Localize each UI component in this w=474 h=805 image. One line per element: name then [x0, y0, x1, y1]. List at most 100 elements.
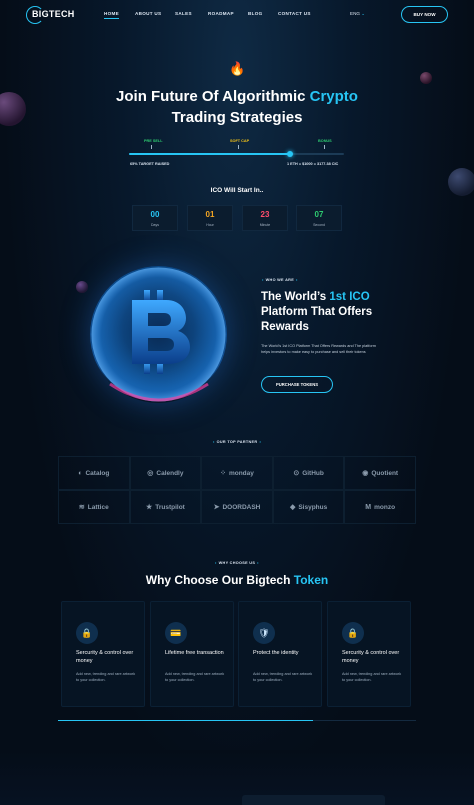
stage-tick — [151, 145, 152, 149]
partner-name: DOORDASH — [222, 503, 261, 511]
raised-text: 65% TARGET RAISED — [130, 162, 170, 166]
partner-icon: ⁘ — [220, 470, 226, 477]
partner-logo-monday[interactable]: ⁘ monday — [201, 456, 273, 490]
why-title: Why Choose Our Bigtech Token — [0, 573, 474, 587]
countdown-label: Second — [313, 223, 325, 227]
feature-card-text: Add new, trending and rare artwork to yo… — [253, 672, 313, 682]
partner-icon: ◉ — [362, 470, 369, 477]
partner-logo-monzo[interactable]: Mmonzo — [344, 490, 416, 524]
chevron-down-icon: ⌄ — [361, 11, 366, 16]
progress-bar — [129, 151, 344, 157]
countdown-value: 00 — [150, 210, 160, 219]
feature-card-title: Lifetime free transaction — [165, 650, 224, 656]
feature-card-text: Add new, trending and rare artwork to yo… — [76, 672, 136, 682]
language-select[interactable]: ENG ⌄ — [350, 11, 365, 17]
partner-logo-lattice[interactable]: ≋ Lattice — [58, 490, 130, 524]
countdown-hours: 01 Hour — [187, 205, 233, 231]
language-label: ENG — [350, 11, 360, 16]
partner-name: monday — [228, 469, 254, 477]
partner-icon: ➤ — [213, 504, 220, 511]
partner-logo-sisyphus[interactable]: ◆ Sisyphus — [272, 490, 345, 524]
footer-panel — [242, 795, 385, 805]
feature-card[interactable]: 🛡 Protect the identity Add new, trending a… — [238, 601, 322, 707]
planet-decoration — [420, 72, 432, 84]
nav-home[interactable]: HOME — [104, 11, 119, 19]
hero-title-text: Join Future Of Algorithmic — [116, 88, 310, 105]
lock-icon: 🔒 — [342, 622, 364, 644]
stage-tick — [238, 145, 239, 149]
about-title-text: The World’s — [261, 291, 330, 303]
partner-name: Trustpilot — [155, 503, 185, 511]
countdown-minutes: 23 Minute — [242, 205, 288, 231]
page: BIGTECH HOME ABOUT US SALES ROADMAP BLOG… — [0, 0, 474, 805]
countdown-seconds: 07 Second — [296, 205, 342, 231]
feature-card[interactable]: 🔒 Sercurity & control over money Add new, … — [327, 601, 411, 707]
feature-card-title: Sercurity & control over money — [76, 650, 134, 664]
planet-decoration — [76, 281, 88, 293]
stage-soft-cap: SOFT CAP — [230, 139, 250, 143]
partner-name: Calendly — [156, 469, 184, 477]
hero-title: Join Future Of Algorithmic Crypto Tradin… — [0, 86, 474, 128]
countdown-label: Minute — [259, 223, 271, 227]
partner-logo-calendly[interactable]: ◎ Calendly — [129, 456, 202, 490]
nav-about-us[interactable]: ABOUT US — [135, 11, 161, 16]
bitcoin-icon — [132, 290, 190, 374]
feature-card-title: Protect the identity — [253, 650, 299, 656]
feature-card-title: Sercurity & control over money — [342, 650, 400, 664]
partner-icon: ◆ — [289, 504, 296, 511]
about-title-text2: Platform That Offers Rewards — [261, 306, 373, 333]
partner-name: monzo — [374, 503, 396, 511]
shield-icon: 🛡 — [253, 622, 275, 644]
partner-logo-trustpilot[interactable]: ★ Trustpilot — [129, 490, 202, 524]
partner-name: GitHub — [302, 469, 324, 477]
why-title-highlight: Token — [293, 573, 329, 587]
partner-icon: M — [365, 503, 372, 511]
stage-pre-sell: PRE SELL — [144, 139, 163, 143]
stage-tick — [324, 145, 325, 149]
partner-icon: ★ — [145, 504, 153, 511]
stage-bonus: BONUS — [318, 139, 332, 143]
ico-title: ICO Will Start In.. — [210, 187, 264, 194]
feature-card-text: Add new, trending and rare artwork to yo… — [342, 672, 402, 682]
partner-icon: ≋ — [78, 504, 85, 511]
feature-card[interactable]: 🔒 Sercurity & control over money Add new, … — [61, 601, 145, 707]
partner-logo-github[interactable]: ⊙ GitHub — [272, 456, 345, 490]
nav-roadmap[interactable]: ROADMAP — [208, 11, 234, 16]
progress-knob — [287, 151, 294, 157]
countdown-label: Days — [151, 223, 159, 227]
partner-icon: ◎ — [147, 470, 154, 477]
partner-name: Catalog — [85, 469, 110, 477]
feature-card-text: Add new, trending and rare artwork to yo… — [165, 672, 225, 682]
buy-now-button[interactable]: BUY NOW — [401, 6, 448, 23]
about-title-highlight: 1st ICO — [329, 291, 370, 303]
partner-logo-quotient[interactable]: ◉ Quotient — [344, 456, 416, 490]
about-description: The World’s 1st ICO Platform That Offers… — [261, 344, 376, 354]
why-choose-tag: WHY CHOOSE US — [213, 561, 261, 565]
partner-name: Lattice — [87, 503, 109, 511]
partner-tag: OUR TOP PARTNER — [211, 440, 263, 444]
partner-icon: ⊙ — [293, 470, 300, 477]
who-we-are-tag: WHO WE ARE — [260, 278, 300, 282]
card-icon: 💳 — [165, 622, 187, 644]
purchase-tokens-button[interactable]: PURCHASE TOKENS — [261, 376, 333, 393]
hero-title-highlight: Crypto — [309, 88, 358, 105]
countdown-value: 01 — [205, 210, 215, 219]
why-title-text: Why Choose Our Bigtech — [145, 573, 294, 587]
partner-logo-catalog[interactable]: ◐ Catalog — [58, 456, 130, 490]
partner-logo-doordash[interactable]: ➤ DOORDASH — [201, 490, 273, 524]
rate-text: 1 ETH = $1000 = 3177.38 CIC — [287, 162, 339, 166]
countdown-value: 07 — [314, 210, 324, 219]
countdown-label: Hour — [206, 223, 214, 227]
hero-title-line2: Trading Strategies — [171, 109, 303, 126]
carousel-progress-fill — [58, 720, 313, 721]
partner-name: Sisyphus — [298, 503, 328, 511]
nav-sales[interactable]: SALES — [175, 11, 192, 16]
partner-name: Quotient — [371, 469, 399, 477]
feature-card[interactable]: 💳 Lifetime free transaction Add new, trend… — [150, 601, 234, 707]
nav-blog[interactable]: BLOG — [248, 11, 262, 16]
logo[interactable]: BIGTECH — [26, 6, 74, 24]
carousel-progress — [58, 720, 416, 721]
lock-icon: 🔒 — [76, 622, 98, 644]
countdown-days: 00 Days — [132, 205, 178, 231]
nav-contact-us[interactable]: CONTACT US — [278, 11, 311, 16]
